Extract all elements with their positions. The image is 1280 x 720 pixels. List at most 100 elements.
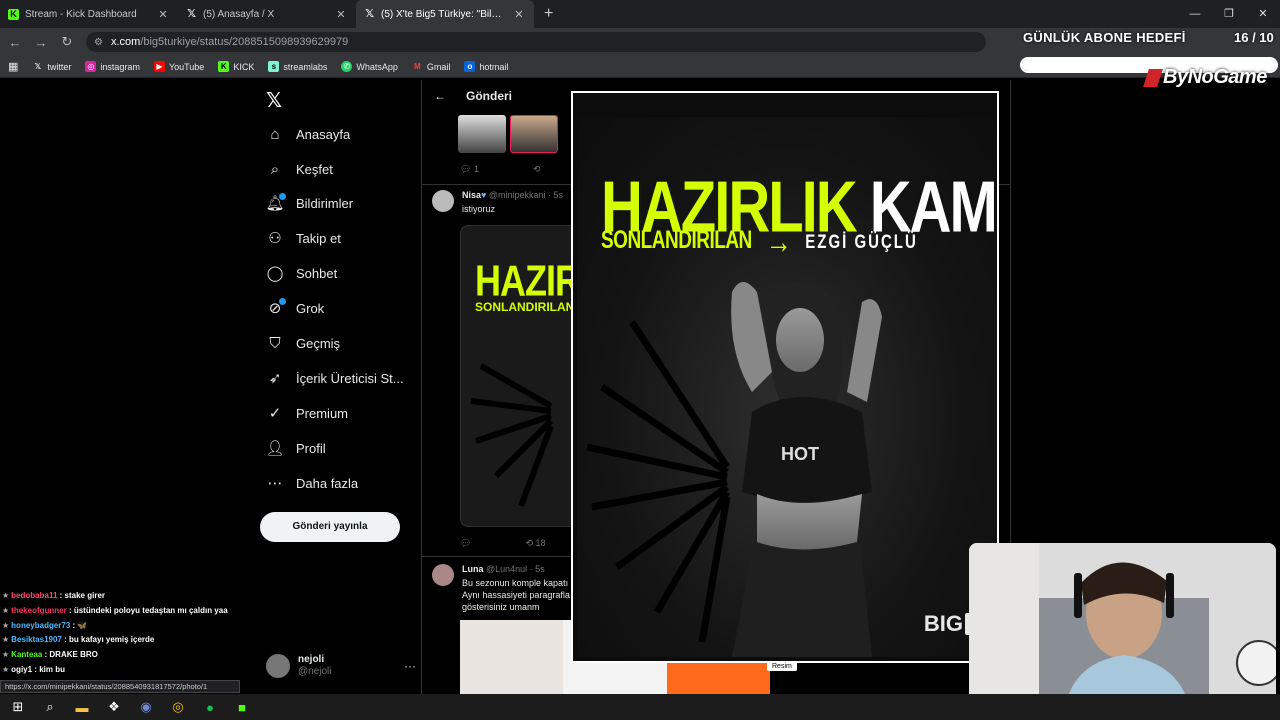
outlook-icon: o <box>464 61 476 72</box>
bookmark-kick[interactable]: K KICK <box>218 61 254 72</box>
tweet-text: Bu sezonun komple kapatı <box>462 578 569 588</box>
account-name: nejoli <box>298 654 325 665</box>
apps-icon[interactable]: ▦ <box>8 60 18 73</box>
close-window-icon[interactable]: ✕ <box>1246 0 1280 28</box>
x-logo-icon[interactable]: 𝕏 <box>266 88 282 113</box>
spotify-icon[interactable]: ● <box>198 695 222 719</box>
kick-app-icon[interactable]: ■ <box>230 695 254 719</box>
chat-message: ★ honeybadger73 : 🦋 <box>2 620 88 630</box>
nav-more[interactable]: ⋯ Daha fazla <box>266 474 359 492</box>
nav-premium[interactable]: ✓ Premium <box>266 404 348 422</box>
person-silhouette: HOT <box>731 280 882 657</box>
nav-grok[interactable]: ⊘ Grok <box>266 298 324 317</box>
reply-icon[interactable]: 💬︎ <box>460 538 471 549</box>
windows-start-icon[interactable]: ⊞ <box>6 695 30 719</box>
bynogame-mark-icon <box>1143 68 1163 87</box>
chat-badge-icon: ★ <box>2 591 10 600</box>
goal-label: GÜNLÜK ABONE HEDEFİ <box>1023 30 1186 45</box>
chat-badge-icon: ★ <box>2 605 10 615</box>
chat-message: ★ Besiktas1907 : bu kafayı yemiş içerde <box>2 635 155 645</box>
site-info-icon[interactable]: ⚙ <box>94 37 103 48</box>
stream-chat: ★ bedobaba11 : stake girer ★ thekeofgunner … <box>2 589 252 693</box>
bookmark-whatsapp[interactable]: ✆ WhatsApp <box>341 61 398 72</box>
bell-icon: 🔔︎ <box>265 193 286 212</box>
rocket-icon: ➶ <box>268 370 282 387</box>
quoted-media[interactable] <box>458 115 558 153</box>
discord-icon[interactable]: ◉ <box>134 695 158 719</box>
minimize-icon[interactable]: — <box>1178 0 1212 28</box>
repost-icon[interactable]: ⟲ 18 <box>525 538 545 549</box>
avatar <box>266 654 290 678</box>
chat-username[interactable]: thekeofgunner <box>11 606 67 615</box>
link-status-bar: https://x.com/minipekkani/status/2088540… <box>0 680 240 693</box>
url-host: x.com <box>110 36 141 48</box>
tab-kick-dashboard[interactable]: K Stream - Kick Dashboard ✕ <box>0 0 178 28</box>
image-viewer[interactable]: HOT HAZIRLIK KAMPI SONLANDIRILAN → EZGİ … <box>571 91 999 663</box>
url-field[interactable]: ⚙ x.com/big5turkiye/status/2088515098939… <box>86 32 986 52</box>
bookmark-twitter[interactable]: 𝕏twitter <box>32 61 72 72</box>
nav-notifications[interactable]: 🔔︎ Bildirimler <box>265 193 353 212</box>
tweet[interactable]: Nisa♥ @minipekkani · 5s istiyoruz <box>432 190 563 215</box>
kick-icon: K <box>8 8 19 20</box>
person-icon: 👤︎ <box>265 440 285 457</box>
bookmark-icon: ⛉ <box>269 334 281 352</box>
page-title: Gönderi <box>466 89 513 103</box>
back-icon[interactable]: ← <box>8 35 22 50</box>
bookmark-hotmail[interactable]: o hotmail <box>464 61 508 72</box>
reply-icon[interactable]: 💬︎ 1 <box>460 164 479 175</box>
nav-follow[interactable]: ⚇ Takip et <box>266 229 341 247</box>
tab-x-status[interactable]: 𝕏 (5) X'te Big5 Türkiye: "Bilgilendirme … <box>356 0 534 28</box>
more-icon[interactable]: ··· <box>404 659 416 673</box>
chat-username[interactable]: Besiktas1907 <box>11 635 62 644</box>
tab-x-home[interactable]: 𝕏 (5) Anasayfa / X ✕ <box>178 0 356 28</box>
tweet-text: gösterisiniz umanm <box>462 602 540 612</box>
nav-chat[interactable]: ◯ Sohbet <box>266 264 338 282</box>
search-icon[interactable]: ⌕ <box>38 695 62 719</box>
tweet-text: istiyoruz <box>462 204 496 214</box>
post-button[interactable]: Gönderi yayınla <box>260 512 400 542</box>
back-arrow-icon[interactable]: ← <box>434 89 446 103</box>
chat-icon: ◯ <box>266 265 284 282</box>
arrow-icon: → <box>765 221 792 261</box>
chat-text: bu kafayı yemiş içerde <box>69 635 155 645</box>
tab-title: Stream - Kick Dashboard <box>25 8 137 20</box>
app-icon[interactable]: ❖ <box>102 695 126 719</box>
bookmark-streamlabs[interactable]: s streamlabs <box>268 61 327 72</box>
chat-text: kim bu <box>39 664 65 674</box>
reload-icon[interactable]: ↻ <box>60 34 74 50</box>
bookmark-youtube[interactable]: ▶ YouTube <box>153 61 204 72</box>
close-icon[interactable]: ✕ <box>156 8 170 21</box>
file-explorer-icon[interactable]: ▬ <box>70 695 94 719</box>
chat-username[interactable]: honeybadger73 <box>11 621 70 630</box>
close-icon[interactable]: ✕ <box>334 8 348 21</box>
tweet-author: Luna <box>462 564 484 574</box>
maximize-icon[interactable]: ❐ <box>1212 0 1246 28</box>
chat-username[interactable]: Kanteaa <box>11 650 42 659</box>
forward-icon[interactable]: → <box>34 35 48 50</box>
chat-username[interactable]: ogiy1 <box>11 665 32 674</box>
chrome-icon[interactable]: ◎ <box>166 695 190 719</box>
new-tab-button[interactable]: + <box>534 0 563 28</box>
nav-explore[interactable]: ⌕ Keşfet <box>266 160 333 178</box>
tweet[interactable]: Luna @Lun4nul · 5s Bu sezonun komple kap… <box>432 564 570 613</box>
add-user-icon: ⚇ <box>268 230 282 247</box>
nav-bookmarks[interactable]: ⛉ Geçmiş <box>266 334 340 352</box>
account-switcher[interactable]: nejoli @nejoli ··· <box>266 654 416 678</box>
nav-home[interactable]: ⌂ Anasayfa <box>266 125 350 143</box>
instagram-icon: ◎ <box>85 61 97 72</box>
chat-message: ★ bedobaba11 : stake girer <box>2 591 105 600</box>
grok-icon: ⊘ <box>266 298 286 317</box>
account-handle: @nejoli <box>298 666 332 677</box>
tweet-actions: 💬︎ ⟲ 18 <box>460 538 546 549</box>
x-icon: 𝕏 <box>365 7 374 20</box>
contestant-name: EZGİ GÜÇLÜ <box>805 230 918 253</box>
close-icon[interactable]: ✕ <box>512 8 526 21</box>
verified-icon: ✓ <box>268 405 282 422</box>
nav-profile[interactable]: 👤︎ Profil <box>265 439 325 457</box>
bookmark-gmail[interactable]: M Gmail <box>412 61 450 72</box>
nav-creator-studio[interactable]: ➶ İçerik Üreticisi St... <box>266 369 404 387</box>
bookmark-instagram[interactable]: ◎ instagram <box>85 61 140 72</box>
chat-username[interactable]: bedobaba11 <box>11 591 57 600</box>
repost-icon[interactable]: ⟲ <box>533 164 541 175</box>
chat-badge-icon: ★ <box>2 664 10 674</box>
